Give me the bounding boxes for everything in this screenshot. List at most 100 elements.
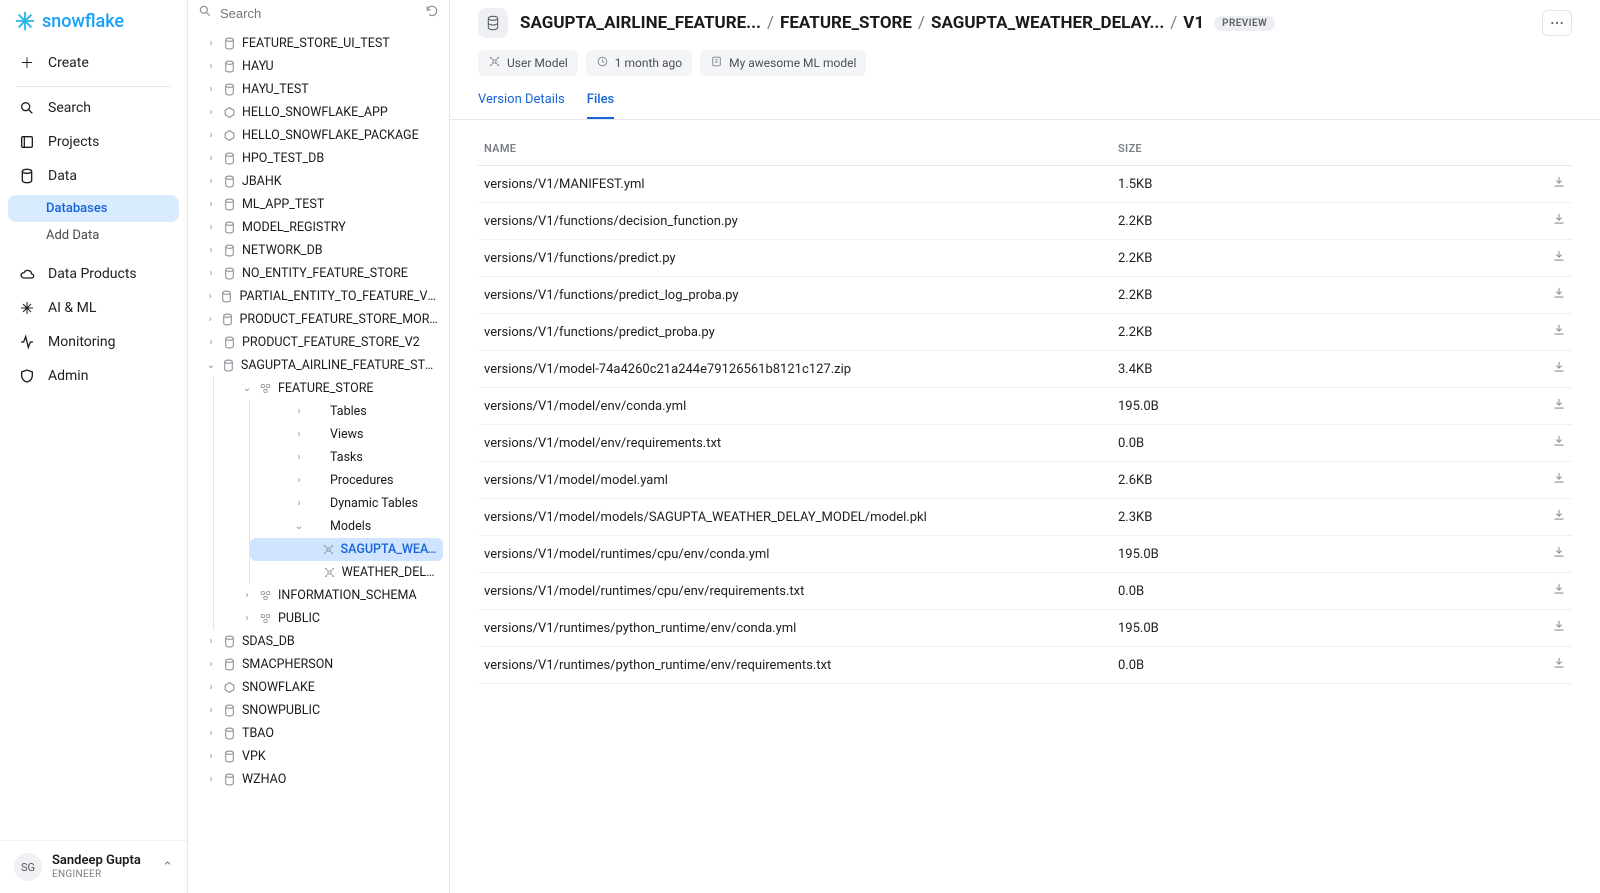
nav-ai-ml[interactable]: AI & ML — [8, 291, 179, 325]
tab-files[interactable]: Files — [587, 92, 614, 119]
tree-node[interactable]: ›MODEL_REGISTRY — [194, 216, 443, 239]
cell-size: 2.2KB — [1112, 203, 1532, 240]
tree-node[interactable]: ›JBAHK — [194, 170, 443, 193]
crumb-schema[interactable]: FEATURE_STORE — [780, 13, 912, 33]
tree-node[interactable]: ›INFORMATION_SCHEMA — [214, 584, 443, 607]
tree-node[interactable]: ⌄FEATURE_STORE — [214, 377, 443, 400]
nav-data-products[interactable]: Data Products — [8, 257, 179, 291]
tree-node[interactable]: ›Tables — [250, 400, 443, 423]
nav-sub-add-data[interactable]: Add Data — [8, 222, 179, 249]
tree-node[interactable]: ›HAYU — [194, 55, 443, 78]
tree-node[interactable]: ›HELLO_SNOWFLAKE_PACKAGE — [194, 124, 443, 147]
download-icon[interactable] — [1552, 434, 1566, 448]
download-icon[interactable] — [1552, 471, 1566, 485]
tree-node[interactable]: ›PRODUCT_FEATURE_STORE_V2 — [194, 331, 443, 354]
tree-label: PARTIAL_ENTITY_TO_FEATURE_VIEW_LI... — [239, 289, 439, 304]
chevron-icon: › — [242, 590, 252, 601]
col-name[interactable]: NAME — [478, 132, 1112, 166]
tree-node[interactable]: ›HPO_TEST_DB — [194, 147, 443, 170]
cell-name: versions/V1/model/models/SAGUPTA_WEATHER… — [478, 499, 1112, 536]
tree-node[interactable]: ›PUBLIC — [214, 607, 443, 630]
tree-label: SDAS_DB — [242, 634, 295, 649]
table-row[interactable]: versions/V1/model/model.yaml2.6KB — [478, 462, 1572, 499]
chevron-icon: ⌄ — [242, 383, 252, 394]
tree-node[interactable]: ›HELLO_SNOWFLAKE_APP — [194, 101, 443, 124]
download-icon[interactable] — [1552, 212, 1566, 226]
table-row[interactable]: versions/V1/model/runtimes/cpu/env/conda… — [478, 536, 1572, 573]
tree-icon — [323, 566, 336, 580]
tree-node[interactable]: SAGUPTA_WEATHER_DELAY_... — [250, 538, 443, 561]
tree-node[interactable]: ›SNOWPUBLIC — [194, 699, 443, 722]
nav-data[interactable]: Data — [8, 159, 179, 193]
nav-admin[interactable]: Admin — [8, 359, 179, 393]
download-icon[interactable] — [1552, 323, 1566, 337]
download-icon[interactable] — [1552, 582, 1566, 596]
cell-name: versions/V1/model/runtimes/cpu/env/conda… — [478, 536, 1112, 573]
download-icon[interactable] — [1552, 175, 1566, 189]
table-row[interactable]: versions/V1/runtimes/python_runtime/env/… — [478, 647, 1572, 684]
tree-node[interactable]: ›FEATURE_STORE_UI_TEST — [194, 32, 443, 55]
tree-node[interactable]: ›Procedures — [250, 469, 443, 492]
tree-node[interactable]: ›SDAS_DB — [194, 630, 443, 653]
tree-node[interactable]: ›Views — [250, 423, 443, 446]
tree-node[interactable]: ›SMACPHERSON — [194, 653, 443, 676]
download-icon[interactable] — [1552, 397, 1566, 411]
tree-search-input[interactable] — [220, 6, 417, 21]
table-row[interactable]: versions/V1/model/runtimes/cpu/env/requi… — [478, 573, 1572, 610]
table-row[interactable]: versions/V1/model/env/conda.yml195.0B — [478, 388, 1572, 425]
tree-node[interactable]: ›NETWORK_DB — [194, 239, 443, 262]
more-actions-button[interactable] — [1542, 10, 1572, 36]
brand-logo[interactable]: snowflake — [0, 0, 187, 44]
nav-search[interactable]: Search — [8, 91, 179, 125]
tree-node[interactable]: ›Dynamic Tables — [250, 492, 443, 515]
tree-node[interactable]: ›Tasks — [250, 446, 443, 469]
chevron-icon: › — [294, 429, 304, 440]
download-icon[interactable] — [1552, 286, 1566, 300]
table-row[interactable]: versions/V1/model-74a4260c21a244e7912656… — [478, 351, 1572, 388]
download-icon[interactable] — [1552, 508, 1566, 522]
tab-version-details[interactable]: Version Details — [478, 92, 565, 119]
tree-label: TBAO — [242, 726, 274, 741]
tree-node[interactable]: WEATHER_DELAY_MODEL — [250, 561, 443, 584]
tree-node[interactable]: ›PARTIAL_ENTITY_TO_FEATURE_VIEW_LI... — [194, 285, 443, 308]
table-row[interactable]: versions/V1/model/env/requirements.txt0.… — [478, 425, 1572, 462]
table-row[interactable]: versions/V1/functions/predict_log_proba.… — [478, 277, 1572, 314]
table-row[interactable]: versions/V1/MANIFEST.yml1.5KB — [478, 166, 1572, 203]
download-icon[interactable] — [1552, 360, 1566, 374]
tree-icon — [222, 37, 236, 51]
tree-node[interactable]: ›SNOWFLAKE — [194, 676, 443, 699]
tree-label: Models — [330, 519, 371, 534]
tree-node[interactable]: ⌄SAGUPTA_AIRLINE_FEATURE_STORE — [194, 354, 443, 377]
tree-node[interactable]: ›TBAO — [194, 722, 443, 745]
tree-node[interactable]: ›NO_ENTITY_FEATURE_STORE — [194, 262, 443, 285]
table-row[interactable]: versions/V1/runtimes/python_runtime/env/… — [478, 610, 1572, 647]
user-menu[interactable]: SG Sandeep Gupta ENGINEER ⌃ — [0, 840, 187, 893]
crumb-model[interactable]: SAGUPTA_WEATHER_DELAY... — [931, 13, 1164, 33]
tree-node[interactable]: ›ML_APP_TEST — [194, 193, 443, 216]
chevron-icon: ⌄ — [206, 360, 216, 371]
table-row[interactable]: versions/V1/functions/predict_proba.py2.… — [478, 314, 1572, 351]
download-icon[interactable] — [1552, 545, 1566, 559]
download-icon[interactable] — [1552, 619, 1566, 633]
chevron-icon: › — [294, 452, 304, 463]
nav-sub-databases[interactable]: Databases — [8, 195, 179, 222]
tree-icon — [222, 681, 236, 695]
nav-projects[interactable]: Projects — [8, 125, 179, 159]
tree-node[interactable]: ›HAYU_TEST — [194, 78, 443, 101]
col-size[interactable]: SIZE — [1112, 132, 1532, 166]
table-row[interactable]: versions/V1/functions/predict.py2.2KB — [478, 240, 1572, 277]
table-row[interactable]: versions/V1/functions/decision_function.… — [478, 203, 1572, 240]
tree-node[interactable]: ⌄Models — [250, 515, 443, 538]
crumb-db[interactable]: SAGUPTA_AIRLINE_FEATURE... — [520, 13, 761, 33]
download-icon[interactable] — [1552, 249, 1566, 263]
tree-node[interactable]: ›WZHAO — [194, 768, 443, 791]
table-row[interactable]: versions/V1/model/models/SAGUPTA_WEATHER… — [478, 499, 1572, 536]
tree-node[interactable]: ›PRODUCT_FEATURE_STORE_MORE_ENT... — [194, 308, 443, 331]
create-button[interactable]: ＋ Create — [8, 46, 179, 80]
download-icon[interactable] — [1552, 656, 1566, 670]
refresh-icon[interactable] — [425, 4, 439, 22]
tree-icon — [258, 589, 272, 603]
cell-size: 0.0B — [1112, 647, 1532, 684]
tree-node[interactable]: ›VPK — [194, 745, 443, 768]
nav-monitoring[interactable]: Monitoring — [8, 325, 179, 359]
